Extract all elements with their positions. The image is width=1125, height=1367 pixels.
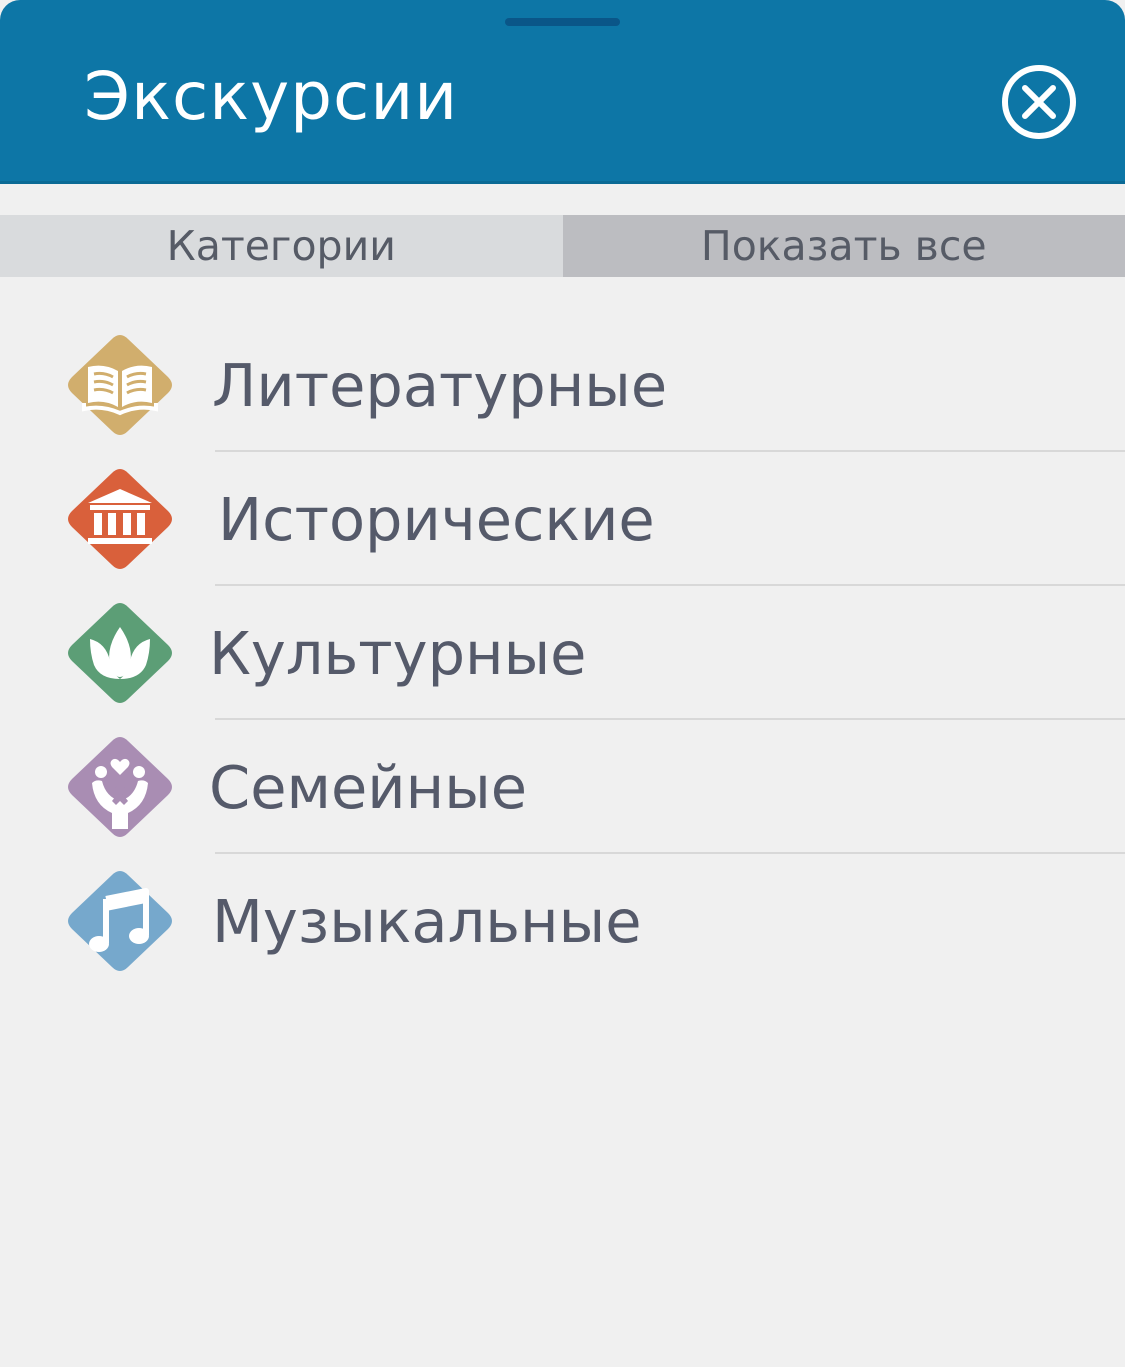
family-heart-icon [68,737,172,837]
music-note-icon [68,871,172,971]
lotus-flower-icon [68,603,172,703]
category-label: Исторические [218,485,655,554]
category-label: Музыкальные [212,887,642,956]
header-bar: Экскурсии [0,0,1125,184]
category-item-family[interactable]: Семейные [0,720,1125,854]
drag-handle[interactable] [505,18,620,26]
tab-bar: Категории Показать все [0,215,1125,277]
tab-show-all[interactable]: Показать все [562,215,1125,277]
category-label: Литературные [212,351,668,420]
category-item-literary[interactable]: Литературные [0,318,1125,452]
category-item-historical[interactable]: Исторические [0,452,1125,586]
museum-building-icon [68,469,172,569]
category-item-cultural[interactable]: Культурные [0,586,1125,720]
category-label: Культурные [209,619,587,688]
category-list: Литературные Исторические Культурные Сем… [0,318,1125,988]
close-circle-icon [1002,65,1076,139]
tab-categories[interactable]: Категории [0,215,563,277]
page-title: Экскурсии [84,58,459,135]
open-book-icon [68,335,172,435]
category-label: Семейные [209,753,528,822]
close-button[interactable] [1000,63,1078,141]
category-item-music[interactable]: Музыкальные [0,854,1125,988]
